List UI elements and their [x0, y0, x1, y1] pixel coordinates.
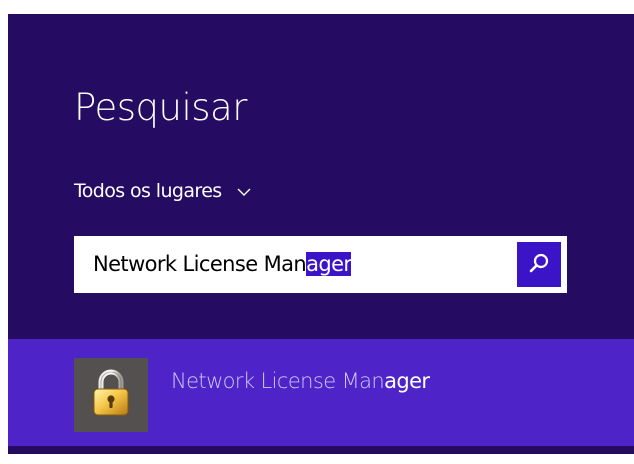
magnifier-icon [528, 252, 550, 278]
result-label-match: ager [384, 369, 430, 393]
search-input-selected-text: ager [306, 252, 352, 276]
search-scope-label: Todos os lugares [74, 180, 222, 202]
search-button[interactable] [517, 242, 561, 287]
search-input[interactable]: Network License Manager [93, 252, 352, 277]
search-input-typed-text: Network License Man [93, 252, 307, 276]
search-charm-panel: Pesquisar Todos os lugares Network Licen… [8, 14, 634, 454]
result-label: Network License Manager [171, 369, 430, 393]
search-box[interactable]: Network License Manager [74, 236, 567, 293]
result-label-prefix: Network License Man [171, 369, 385, 393]
result-app-tile [74, 358, 148, 432]
search-result-item[interactable]: Network License Manager [8, 339, 634, 446]
padlock-icon [91, 369, 131, 421]
screen: Pesquisar Todos os lugares Network Licen… [0, 0, 634, 464]
chevron-down-icon [236, 183, 252, 199]
page-title: Pesquisar [74, 86, 247, 129]
search-scope-dropdown[interactable]: Todos os lugares [74, 179, 252, 203]
